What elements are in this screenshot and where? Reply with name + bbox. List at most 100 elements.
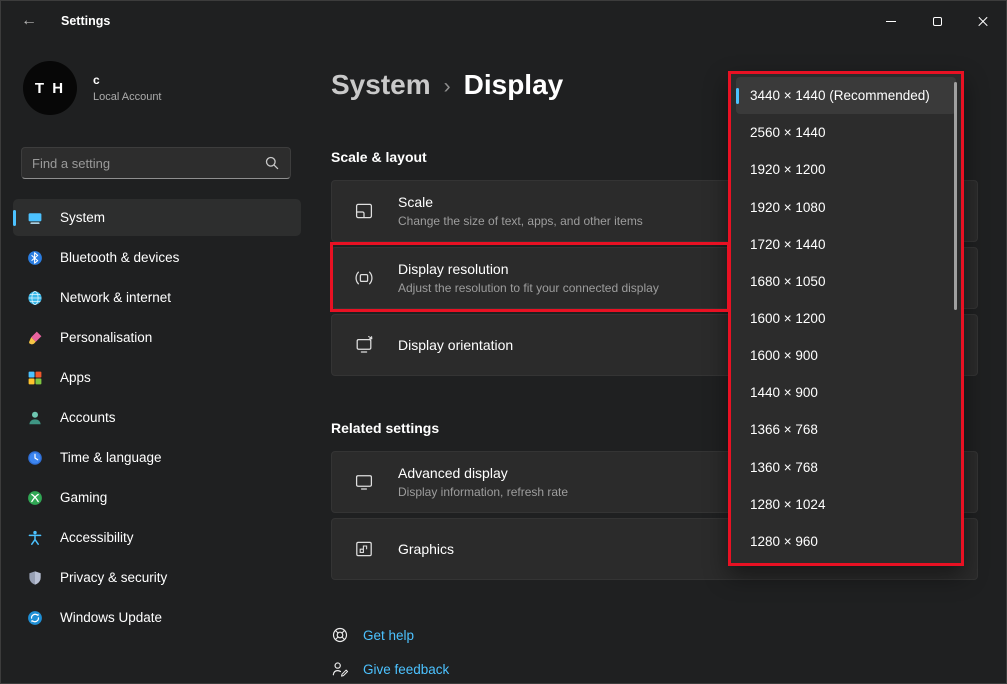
sidebar-item-label: Apps <box>60 370 91 385</box>
card-title: Display orientation <box>398 337 513 353</box>
update-icon <box>27 610 43 626</box>
sidebar-item-privacy-security[interactable]: Privacy & security <box>13 559 301 596</box>
card-text: Display orientation <box>398 337 513 353</box>
sidebar-item-apps[interactable]: Apps <box>13 359 301 396</box>
sidebar-item-label: Privacy & security <box>60 570 167 585</box>
resolution-option[interactable]: 1920 × 1080 <box>736 188 956 225</box>
user-name: c <box>93 73 162 87</box>
resolution-icon <box>354 268 374 288</box>
card-title: Graphics <box>398 541 454 557</box>
resolution-dropdown: 3440 × 1440 (Recommended) 2560 × 1440 1920… <box>728 71 964 566</box>
selected-indicator <box>736 88 739 104</box>
bluetooth-icon <box>27 250 43 266</box>
resolution-option-label: 1920 × 1080 <box>750 200 825 215</box>
search-icon[interactable] <box>264 155 280 171</box>
sidebar-item-time-language[interactable]: Time & language <box>13 439 301 476</box>
feedback-icon <box>331 660 349 678</box>
sidebar-item-label: System <box>60 210 105 225</box>
account-type: Local Account <box>93 91 162 103</box>
resolution-option[interactable]: 1360 × 768 <box>736 449 956 486</box>
user-card[interactable]: T H c Local Account <box>23 61 313 115</box>
orientation-icon <box>354 335 374 355</box>
resolution-option-label: 1366 × 768 <box>750 422 818 437</box>
link-label: Get help <box>363 628 414 643</box>
resolution-option[interactable]: 1600 × 1200 <box>736 300 956 337</box>
apps-icon <box>27 370 43 386</box>
resolution-option-label: 1280 × 960 <box>750 534 818 549</box>
sidebar-item-windows-update[interactable]: Windows Update <box>13 599 301 636</box>
sidebar-item-label: Network & internet <box>60 290 171 305</box>
sidebar-item-label: Accessibility <box>60 530 134 545</box>
page-title: Display <box>464 69 564 101</box>
card-subtitle: Adjust the resolution to fit your connec… <box>398 281 659 295</box>
sidebar-item-label: Windows Update <box>60 610 162 625</box>
sidebar-item-gaming[interactable]: Gaming <box>13 479 301 516</box>
sidebar-item-system[interactable]: System <box>13 199 301 236</box>
card-title: Display resolution <box>398 261 659 277</box>
gaming-icon <box>27 490 43 506</box>
sidebar-item-network-internet[interactable]: Network & internet <box>13 279 301 316</box>
resolution-option[interactable]: 1280 × 960 <box>736 523 956 560</box>
search-input[interactable] <box>22 156 264 171</box>
advanced-display-icon <box>354 472 374 492</box>
sidebar-item-label: Personalisation <box>60 330 152 345</box>
get-help-link[interactable]: Get help <box>331 618 978 652</box>
sidebar-item-label: Gaming <box>60 490 107 505</box>
resolution-option[interactable]: 1680 × 1050 <box>736 263 956 300</box>
resolution-option-label: 1680 × 1050 <box>750 274 825 289</box>
card-text: Scale Change the size of text, apps, and … <box>398 194 643 228</box>
link-label: Give feedback <box>363 662 449 677</box>
window-title: Settings <box>61 14 110 28</box>
resolution-option[interactable]: 3440 × 1440 (Recommended) <box>736 77 956 114</box>
resolution-option[interactable]: 1440 × 900 <box>736 374 956 411</box>
resolution-option-label: 1600 × 1200 <box>750 311 825 326</box>
system-icon <box>27 210 43 226</box>
resolution-option[interactable]: 1920 × 1200 <box>736 151 956 188</box>
resolution-option-label: 1360 × 768 <box>750 460 818 475</box>
give-feedback-link[interactable]: Give feedback <box>331 652 978 684</box>
resolution-option[interactable]: 1600 × 900 <box>736 337 956 374</box>
close-button[interactable] <box>960 1 1006 41</box>
sidebar-item-accounts[interactable]: Accounts <box>13 399 301 436</box>
maximize-button[interactable] <box>914 1 960 41</box>
resolution-option[interactable]: 2560 × 1440 <box>736 114 956 151</box>
resolution-option-label: 1720 × 1440 <box>750 237 825 252</box>
back-button[interactable]: ← <box>9 4 49 38</box>
sidebar-item-personalisation[interactable]: Personalisation <box>13 319 301 356</box>
time-icon <box>27 450 43 466</box>
sidebar-item-label: Time & language <box>60 450 162 465</box>
card-subtitle: Display information, refresh rate <box>398 485 568 499</box>
sidebar: T H c Local Account System Bluetooth & de… <box>1 41 313 683</box>
resolution-option[interactable]: 1280 × 1024 <box>736 486 956 523</box>
accounts-icon <box>27 410 43 426</box>
close-icon <box>977 15 989 27</box>
footer-links: Get help Give feedback <box>331 618 978 684</box>
personalisation-icon <box>27 330 43 346</box>
avatar: T H <box>23 61 77 115</box>
resolution-option[interactable]: 1720 × 1440 <box>736 226 956 263</box>
graphics-icon <box>354 539 374 559</box>
card-text: Graphics <box>398 541 454 557</box>
selected-indicator <box>13 210 16 226</box>
resolution-option-label: 3440 × 1440 (Recommended) <box>750 88 930 103</box>
sidebar-item-accessibility[interactable]: Accessibility <box>13 519 301 556</box>
resolution-option-label: 1280 × 1024 <box>750 497 825 512</box>
resolution-option-label: 1440 × 900 <box>750 385 818 400</box>
card-subtitle: Change the size of text, apps, and other… <box>398 214 643 228</box>
back-arrow-icon: ← <box>21 12 37 29</box>
search-box <box>21 147 291 179</box>
scale-icon <box>354 201 374 221</box>
sidebar-item-label: Accounts <box>60 410 116 425</box>
resolution-option[interactable]: 1366 × 768 <box>736 411 956 448</box>
card-title: Advanced display <box>398 465 568 481</box>
card-text: Display resolution Adjust the resolution … <box>398 261 659 295</box>
settings-window: ← Settings T H c Local Account <box>0 0 1007 684</box>
card-title: Scale <box>398 194 643 210</box>
dropdown-scrollbar[interactable] <box>954 82 957 310</box>
resolution-option-label: 1920 × 1200 <box>750 162 825 177</box>
accessibility-icon <box>27 530 43 546</box>
sidebar-item-bluetooth-devices[interactable]: Bluetooth & devices <box>13 239 301 276</box>
minimize-button[interactable] <box>868 1 914 41</box>
minimize-icon <box>886 21 896 22</box>
breadcrumb-system[interactable]: System <box>331 69 431 101</box>
